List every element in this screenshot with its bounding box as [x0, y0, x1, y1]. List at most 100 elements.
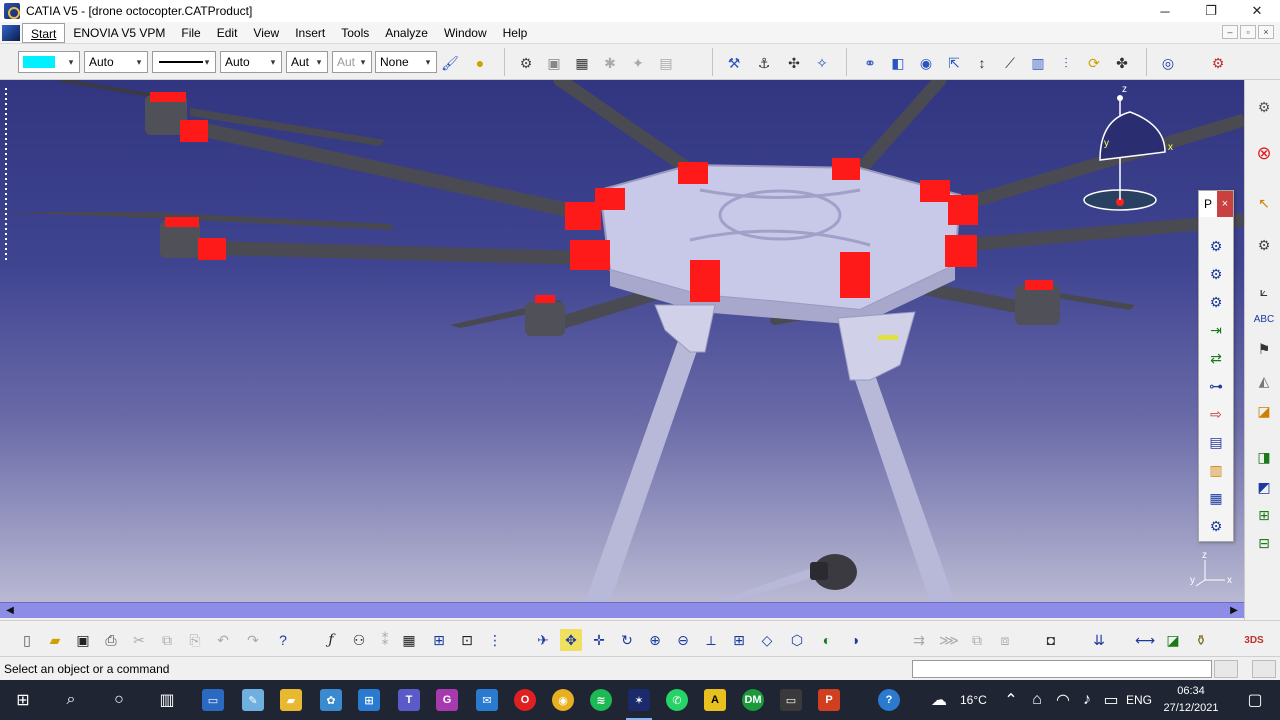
- hide-show-icon[interactable]: ◐: [816, 629, 838, 651]
- color-combo[interactable]: ▾: [18, 51, 80, 73]
- painter-icon[interactable]: 🖌: [440, 53, 460, 73]
- constraint-icon[interactable]: ⚒: [724, 53, 744, 73]
- menu-tools[interactable]: Tools: [333, 23, 377, 43]
- flag-icon[interactable]: ⚑: [1253, 338, 1275, 360]
- manipulate-icon[interactable]: ✧: [812, 53, 832, 73]
- plane-icon[interactable]: ◪: [1253, 400, 1275, 422]
- catalog-icon[interactable]: ▣: [544, 53, 564, 73]
- minimize-button[interactable]: ─: [1142, 0, 1188, 22]
- new-component-icon[interactable]: ⚙: [1205, 263, 1227, 285]
- dm-app-icon[interactable]: DM: [734, 680, 772, 720]
- paste-icon[interactable]: ⎘: [184, 629, 206, 651]
- cut-icon[interactable]: ✂: [128, 629, 150, 651]
- analysis-icon[interactable]: ⫶: [1056, 53, 1076, 73]
- iso-view-icon[interactable]: ◇: [756, 629, 778, 651]
- select-arrow-icon[interactable]: ↖: [1253, 192, 1275, 214]
- whats-this-icon[interactable]: ?: [272, 629, 294, 651]
- tree-list-icon[interactable]: ⋮: [484, 629, 506, 651]
- fix-component-icon[interactable]: ⚓: [754, 53, 774, 73]
- gears-icon[interactable]: ⚙: [1253, 96, 1275, 118]
- link-icon[interactable]: ⚭: [860, 53, 880, 73]
- line-type-combo[interactable]: ▾: [152, 51, 216, 73]
- monitor-app-icon[interactable]: ▭: [772, 680, 810, 720]
- zoom-in-icon[interactable]: ⊕: [644, 629, 666, 651]
- file-explorer-icon[interactable]: ▰: [272, 680, 310, 720]
- disabled-tool-icon-4[interactable]: ⧈: [994, 629, 1016, 651]
- spotify-app-icon[interactable]: ≋: [582, 680, 620, 720]
- update-icon[interactable]: ⟳: [1084, 53, 1104, 73]
- system-clock[interactable]: 06:34 27/12/2021: [1160, 683, 1222, 717]
- swap-space-icon[interactable]: ◑: [844, 629, 866, 651]
- notifications-icon[interactable]: ▢: [1236, 680, 1274, 720]
- graph-tree-icon[interactable]: ⊶: [1205, 375, 1227, 397]
- measure-item-icon[interactable]: ◪: [1162, 629, 1184, 651]
- normal-view-icon[interactable]: ⟂: [700, 629, 722, 651]
- text-abc-icon[interactable]: ABC: [1253, 308, 1275, 330]
- doc-disabled-icon[interactable]: ▤: [656, 53, 676, 73]
- layer-combo-b[interactable]: Aut ▾: [332, 51, 372, 73]
- doc-minimize-button[interactable]: –: [1222, 25, 1238, 39]
- teams-app-icon[interactable]: T: [390, 680, 428, 720]
- scroll-left-icon[interactable]: ◀: [4, 605, 16, 617]
- workbench-icon[interactable]: ⚙: [1208, 53, 1228, 73]
- catia-taskbar-icon[interactable]: ✶: [620, 680, 658, 720]
- new-document-icon[interactable]: ▯: [16, 629, 38, 651]
- fit-all-icon[interactable]: ✥: [560, 629, 582, 651]
- lock-icon[interactable]: ⊡: [456, 629, 478, 651]
- knowledge-icon[interactable]: ⚇: [348, 629, 370, 651]
- fast-multi-instantiation-icon[interactable]: ⚙: [1205, 515, 1227, 537]
- fly-mode-icon[interactable]: ✈: [532, 629, 554, 651]
- scroll-right-icon[interactable]: ▶: [1228, 605, 1240, 617]
- orientation-compass[interactable]: z y x: [1083, 84, 1173, 211]
- selective-load-icon[interactable]: ▤: [1205, 431, 1227, 453]
- menu-analyze[interactable]: Analyze: [377, 23, 436, 43]
- multi-view-icon[interactable]: ⊞: [728, 629, 750, 651]
- doc-restore-button[interactable]: ▫: [1240, 25, 1256, 39]
- zoom-out-icon[interactable]: ⊖: [672, 629, 694, 651]
- axis-icon[interactable]: ⟀: [1253, 280, 1275, 302]
- select-gears-icon[interactable]: ⚙: [1253, 234, 1275, 256]
- body-icon[interactable]: ◩: [1253, 476, 1275, 498]
- menu-insert[interactable]: Insert: [287, 23, 333, 43]
- section-icon[interactable]: ▥: [1028, 53, 1048, 73]
- language-indicator[interactable]: ENG: [1126, 680, 1152, 720]
- status-button-a[interactable]: [1214, 660, 1238, 678]
- drone-model[interactable]: z y x z x y: [0, 80, 1244, 602]
- menu-start[interactable]: Start: [22, 22, 66, 43]
- pdf-app-icon[interactable]: G: [428, 680, 466, 720]
- horizontal-scrollbar[interactable]: ◀ ▶: [0, 602, 1244, 618]
- capture-camera-icon[interactable]: ◘: [1040, 629, 1062, 651]
- copy-icon[interactable]: ⧉: [156, 629, 178, 651]
- table-icon[interactable]: ▦: [398, 629, 420, 651]
- search-icon[interactable]: ⌕: [52, 680, 90, 720]
- new-product-icon[interactable]: ⚙: [1205, 291, 1227, 313]
- align-icon[interactable]: ↕: [972, 53, 992, 73]
- start-icon[interactable]: [2, 24, 20, 41]
- load-icon[interactable]: ⇊: [1088, 629, 1110, 651]
- parameter-icon[interactable]: ⁑: [374, 629, 396, 651]
- whatsapp-app-icon[interactable]: ✆: [658, 680, 696, 720]
- measure-icon[interactable]: ⟋: [1000, 53, 1020, 73]
- snap-icon[interactable]: ✣: [784, 53, 804, 73]
- doc-close-button[interactable]: ×: [1258, 25, 1274, 39]
- opera-app-icon[interactable]: O: [506, 680, 544, 720]
- windows-start-icon[interactable]: ⊞: [4, 680, 42, 720]
- existing-component-icon[interactable]: ⇥: [1205, 319, 1227, 341]
- explode-icon[interactable]: ◉: [916, 53, 936, 73]
- menu-view[interactable]: View: [245, 23, 287, 43]
- weather-icon[interactable]: ☁: [920, 680, 958, 720]
- chrome-app-icon[interactable]: ◉: [544, 680, 582, 720]
- pan-icon[interactable]: ✛: [588, 629, 610, 651]
- sketch-icon[interactable]: ▦: [572, 53, 592, 73]
- menu-file[interactable]: File: [173, 23, 208, 43]
- render-ball-icon[interactable]: ●: [470, 53, 490, 73]
- menu-window[interactable]: Window: [436, 23, 495, 43]
- help-icon[interactable]: ?: [870, 680, 908, 720]
- move-icon[interactable]: ⇱: [944, 53, 964, 73]
- formula-icon[interactable]: ƒ: [320, 629, 342, 651]
- shading-icon[interactable]: ⬡: [786, 629, 808, 651]
- disabled-tool-icon-2[interactable]: ⋙: [938, 629, 960, 651]
- menu-edit[interactable]: Edit: [209, 23, 246, 43]
- maximize-button[interactable]: ❐: [1188, 0, 1234, 22]
- disabled-tool-icon[interactable]: ⇉: [908, 629, 930, 651]
